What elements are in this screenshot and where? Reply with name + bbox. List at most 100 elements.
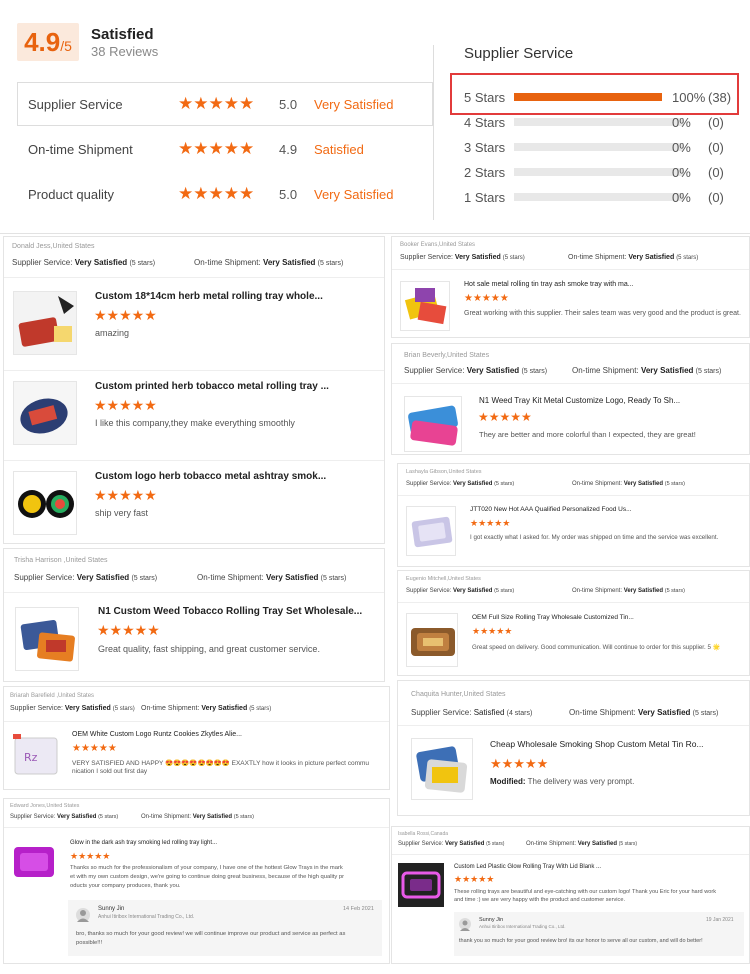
product-title[interactable]: Glow in the dark ash tray smoking led ro…: [70, 840, 217, 846]
review-meta: Supplier Service: Very Satisfied (5 star…: [14, 573, 157, 582]
review-meta: Supplier Service: Very Satisfied (5 star…: [10, 814, 118, 820]
product-thumbnail[interactable]: [406, 613, 458, 667]
product-title[interactable]: Custom Led Plastic Glow Rolling Tray Wit…: [454, 864, 601, 870]
distribution-percent: 0%: [672, 164, 691, 180]
review-meta: On-time Shipment: Very Satisfied (5 star…: [572, 588, 685, 594]
star-rating-icon: ★★★★★: [464, 293, 509, 304]
product-thumbnail[interactable]: [404, 396, 462, 452]
shipment-value: Very Satisfied: [623, 481, 664, 487]
shipment-value: Very Satisfied: [628, 254, 675, 261]
metric-score: 5.0: [279, 186, 298, 202]
distribution-bar: [514, 118, 684, 126]
review-card: Eugenio Mitchell,United States Supplier …: [397, 570, 750, 676]
shipment-label: On-time Shipment:: [141, 814, 192, 820]
supplier-service-value: Very Satisfied: [454, 254, 501, 261]
divider: [398, 602, 749, 603]
shipment-stars: (5 stars): [320, 575, 347, 582]
distribution-bar: [514, 143, 684, 151]
supplier-service-label: Supplier Service:: [406, 588, 452, 594]
product-thumbnail[interactable]: [411, 738, 473, 800]
product-title[interactable]: Custom printed herb tobacco metal rollin…: [95, 381, 329, 392]
supplier-service-value: Very Satisfied: [74, 258, 128, 267]
product-thumbnail[interactable]: [398, 863, 444, 907]
divider: [398, 725, 749, 726]
review-meta: Supplier Service: Very Satisfied (5 star…: [398, 841, 504, 847]
avatar: [459, 918, 471, 931]
reply-author: Sunny Jin: [98, 906, 125, 912]
review-text: VERY SATISFIED AND HAPPY 😍😍😍😍😍😍😍😍 EXAXTL…: [72, 760, 370, 767]
review-text: ship very fast: [95, 508, 149, 518]
divider: [4, 370, 384, 371]
review-text: Great quality, fast shipping, and great …: [98, 644, 320, 654]
supplier-service-value: Very Satisfied: [64, 705, 111, 712]
product-title[interactable]: Custom logo herb tobacco metal ashtray s…: [95, 471, 326, 482]
reply-text: possible!!!: [76, 940, 103, 946]
review-meta: On-time Shipment: Very Satisfied (5 star…: [194, 258, 343, 267]
review-meta: Supplier Service: Very Satisfied (5 star…: [12, 258, 155, 267]
shipment-stars: (5 stars): [317, 260, 344, 267]
shipment-value: Very Satisfied: [637, 708, 691, 717]
metric-verbal: Very Satisfied: [314, 96, 394, 112]
shipment-stars: (5 stars): [233, 814, 254, 820]
review-card: Donald Jess,United States Supplier Servi…: [3, 236, 385, 544]
product-title[interactable]: N1 Weed Tray Kit Metal Customize Logo, R…: [479, 396, 680, 405]
product-thumbnail[interactable]: [406, 506, 456, 556]
review-meta: On-time Shipment: Very Satisfied (5 star…: [197, 573, 346, 582]
review-text: and time :) we are very happy with the p…: [454, 897, 625, 903]
star-rating-icon: ★★★★★: [70, 851, 111, 861]
product-thumbnail[interactable]: [13, 471, 77, 535]
metric-score: 4.9: [279, 141, 298, 157]
review-text: I like this company,they make everything…: [95, 418, 295, 428]
review-card: Isabella Rossi,Canada Supplier Service: …: [391, 826, 750, 964]
shipment-value: Very Satisfied: [577, 841, 618, 847]
shipment-stars: (5 stars): [249, 706, 272, 712]
reply-company: Anhui Itiribox International Trading Co.…: [98, 914, 195, 920]
product-title[interactable]: OEM White Custom Logo Runtz Cookies Zkyt…: [72, 731, 242, 738]
distribution-title: Supplier Service: [464, 45, 574, 62]
product-title[interactable]: Cheap Wholesale Smoking Shop Custom Meta…: [490, 739, 704, 749]
review-meta: Supplier Service: Very Satisfied (5 star…: [406, 588, 514, 594]
supplier-reply: Sunny Jin Anhui Itiribox International T…: [454, 912, 744, 956]
reply-company: Anhui Itiribox International Trading Co.…: [479, 924, 566, 929]
review-text-body: The delivery was very prompt.: [527, 777, 635, 786]
review-card: Booker Evans,United States Supplier Serv…: [391, 236, 750, 338]
review-text: oducts your company produces, thank you.: [70, 883, 181, 889]
product-title[interactable]: JTT020 New Hot AAA Qualified Personalize…: [470, 506, 632, 513]
review-text: et with my own custom design, we're goin…: [70, 874, 345, 880]
modified-label: Modified:: [490, 777, 526, 786]
reviewer-name: Chaquita Hunter,United States: [411, 691, 506, 698]
review-card: Chaquita Hunter,United States Supplier S…: [397, 680, 750, 816]
product-thumbnail[interactable]: [13, 381, 77, 445]
supplier-service-label: Supplier Service:: [10, 705, 63, 712]
product-thumbnail[interactable]: [400, 281, 450, 331]
shipment-stars: (5 stars): [692, 710, 719, 717]
supplier-service-label: Supplier Service:: [411, 708, 472, 717]
shipment-label: On-time Shipment:: [197, 573, 264, 582]
section-divider: [0, 233, 750, 234]
supplier-service-stars: (5 stars): [494, 588, 515, 594]
product-thumbnail[interactable]: [11, 839, 57, 885]
review-text: They are better and more colorful than I…: [479, 430, 696, 439]
supplier-service-stars: (5 stars): [502, 255, 525, 261]
product-title[interactable]: OEM Full Size Rolling Tray Wholesale Cus…: [472, 614, 634, 621]
product-title[interactable]: Custom 18*14cm herb metal rolling tray w…: [95, 291, 323, 302]
review-text: I got exactly what I asked for. My order…: [470, 534, 719, 541]
supplier-service-value: Very Satisfied: [76, 573, 130, 582]
distribution-label: 1 Stars: [464, 189, 506, 205]
shipment-stars: (5 stars): [664, 481, 685, 487]
review-card: Brian Beverly,United States Supplier Ser…: [391, 343, 750, 455]
review-meta: Supplier Service: Very Satisfied (5 star…: [406, 481, 514, 487]
distribution-count: (0): [708, 114, 724, 130]
shipment-label: On-time Shipment:: [572, 366, 639, 375]
product-title[interactable]: N1 Custom Weed Tobacco Rolling Tray Set …: [98, 606, 362, 617]
review-meta: On-time Shipment: Very Satisfied (5 star…: [526, 841, 637, 847]
supplier-service-stars: (5 stars): [112, 706, 135, 712]
product-thumbnail[interactable]: [15, 607, 79, 671]
review-text: Modified: The delivery was very prompt.: [490, 777, 634, 786]
product-title[interactable]: Hot sale metal rolling tin tray ash smok…: [464, 281, 634, 288]
product-thumbnail[interactable]: [13, 291, 77, 355]
supplier-reply: Sunny Jin Anhui Itiribox International T…: [68, 900, 382, 956]
product-thumbnail[interactable]: Rz: [11, 732, 62, 779]
supplier-service-stars: (5 stars): [521, 368, 548, 375]
supplier-service-label: Supplier Service:: [10, 814, 56, 820]
